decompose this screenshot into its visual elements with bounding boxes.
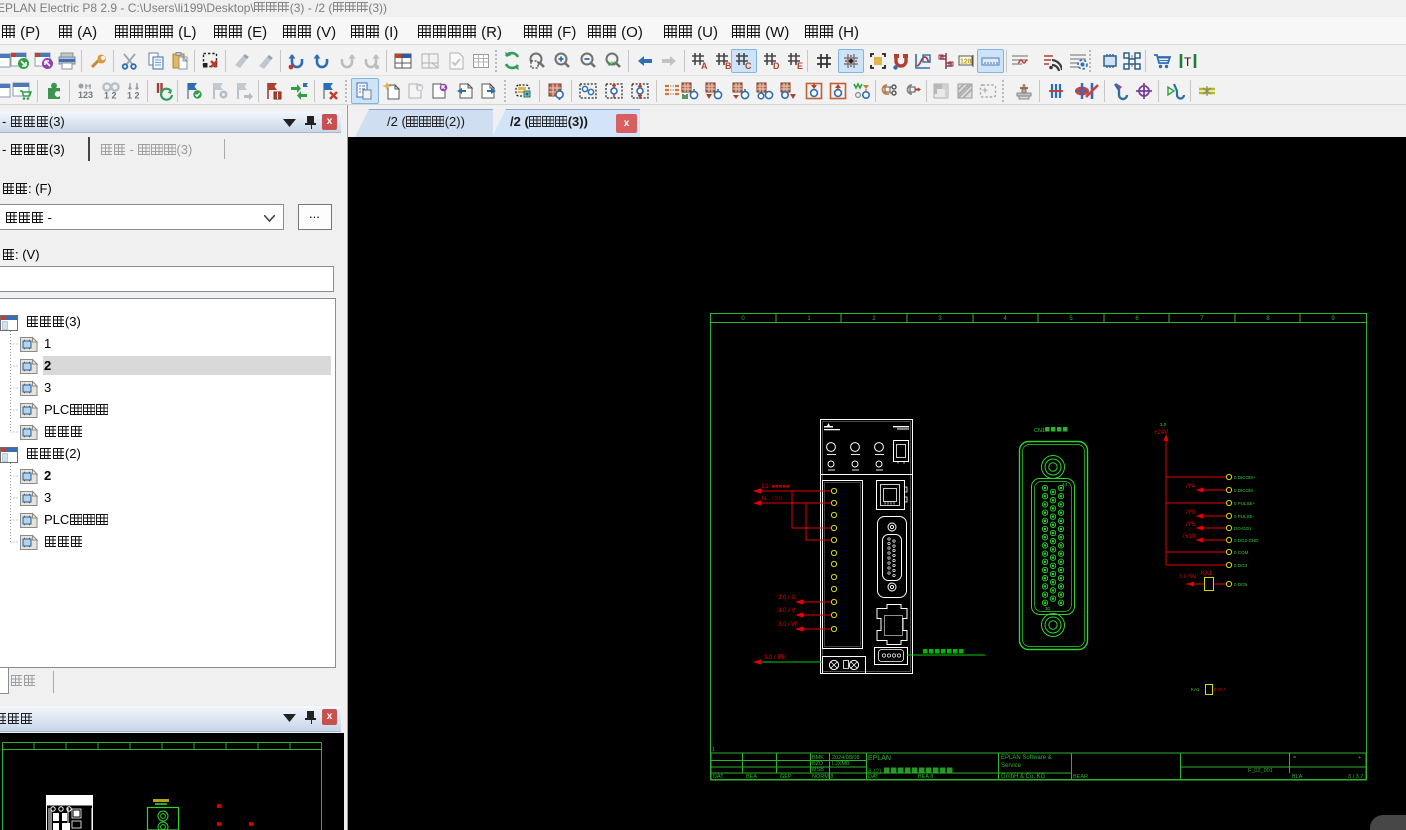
svg-text:BEAR: BEAR: [1073, 774, 1088, 780]
svg-text:6: 6: [1135, 316, 1139, 322]
svg-text:1: 1: [712, 747, 715, 753]
svg-text:3.0 / PE: 3.0 / PE: [764, 655, 785, 661]
svg-text:3.0 / W: 3.0 / W: [778, 622, 797, 628]
svg-text:KA1: KA1: [1191, 687, 1200, 692]
svg-text:0 DO5: 0 DO5: [1234, 582, 1248, 587]
svg-text:0 DO3: 0 DO3: [1234, 563, 1248, 568]
svg-text:C: C: [745, 61, 752, 71]
svg-text:BEA: BEA: [746, 774, 757, 780]
svg-text:1: 1: [807, 316, 811, 322]
svg-text:0: 0: [741, 316, 745, 322]
svg-text:NORM 8: NORM 8: [812, 774, 833, 780]
svg-text:EPLAN Software &: EPLAN Software &: [1001, 755, 1052, 761]
svg-text:0 COM: 0 COM: [1234, 550, 1249, 555]
svg-text:DAT: DAT: [713, 774, 724, 780]
svg-text:N: N: [762, 496, 766, 502]
svg-text:L1: L1: [762, 484, 769, 490]
svg-text:3.0 / U: 3.0 / U: [778, 595, 796, 601]
svg-text:4: 4: [1003, 316, 1007, 322]
svg-text:LJXMB: LJXMB: [832, 761, 850, 767]
svg-text:T: T: [1184, 55, 1192, 69]
svg-text:9: 9: [1331, 316, 1335, 322]
svg-text:0 /3.7: 0 /3.7: [1214, 687, 1226, 692]
svg-text:/Y4: /Y4: [1186, 484, 1196, 490]
svg-text:0 DICOM-: 0 DICOM-: [1234, 488, 1255, 493]
svg-text:2: 2: [872, 316, 876, 322]
svg-text:3.0 / V: 3.0 / V: [778, 608, 795, 614]
svg-text:0 PULSE-: 0 PULSE-: [1234, 514, 1255, 519]
svg-text:EPLAN: EPLAN: [868, 755, 891, 762]
svg-text:8 (2): 8 (2): [868, 768, 881, 775]
svg-text:44: 44: [1062, 482, 1068, 487]
svg-text:3: 3: [938, 316, 942, 322]
svg-text:A: A: [701, 61, 708, 71]
svg-text:8: 8: [1266, 316, 1270, 322]
svg-text:3.7 / 0V: 3.7 / 0V: [1179, 574, 1197, 580]
svg-text:7: 7: [1200, 316, 1204, 322]
svg-text:1 2: 1 2: [104, 91, 117, 101]
svg-text:3 / 3.7: 3 / 3.7: [1348, 774, 1363, 780]
svg-text:/Y0: /Y0: [1186, 510, 1196, 516]
svg-text:/ 3.0: / 3.0: [772, 496, 782, 502]
svg-text:30: 30: [1045, 606, 1051, 611]
svg-text:BLA: BLA: [1292, 774, 1303, 780]
svg-text:0 DO2-GND: 0 DO2-GND: [1234, 538, 1259, 543]
svg-text:CN1: CN1: [1034, 428, 1045, 434]
svg-text:DO-DO1: DO-DO1: [1234, 526, 1252, 531]
svg-text:Service: Service: [1001, 763, 1022, 769]
svg-text:=: =: [1293, 755, 1296, 761]
svg-text:0 DICOM+: 0 DICOM+: [1234, 475, 1256, 480]
svg-text:+: +: [1358, 755, 1361, 761]
svg-text:0 PULSE+: 0 PULSE+: [1234, 501, 1256, 506]
svg-text:GEP: GEP: [780, 774, 792, 780]
svg-text:-KA1: -KA1: [1199, 571, 1213, 577]
svg-text:BEA 8: BEA 8: [918, 774, 933, 780]
svg-text:GmbH & Co. KG: GmbH & Co. KG: [1001, 774, 1046, 780]
svg-text:E: E: [797, 61, 803, 71]
svg-text:D: D: [773, 61, 780, 71]
svg-text:+24V: +24V: [1154, 430, 1168, 436]
svg-text:1 2: 1 2: [127, 91, 140, 101]
svg-text:100: 100: [608, 62, 617, 68]
svg-text:128: 128: [960, 59, 972, 66]
svg-text:F_02_001: F_02_001: [1248, 768, 1273, 774]
svg-text:5: 5: [1069, 316, 1073, 322]
svg-text:/Y5: /Y5: [1186, 522, 1196, 528]
svg-text:123: 123: [78, 90, 93, 100]
svg-text:MSB: MSB: [812, 767, 824, 773]
svg-text:/Y10: /Y10: [1183, 534, 1196, 540]
svg-text:3.0: 3.0: [1160, 422, 1167, 427]
